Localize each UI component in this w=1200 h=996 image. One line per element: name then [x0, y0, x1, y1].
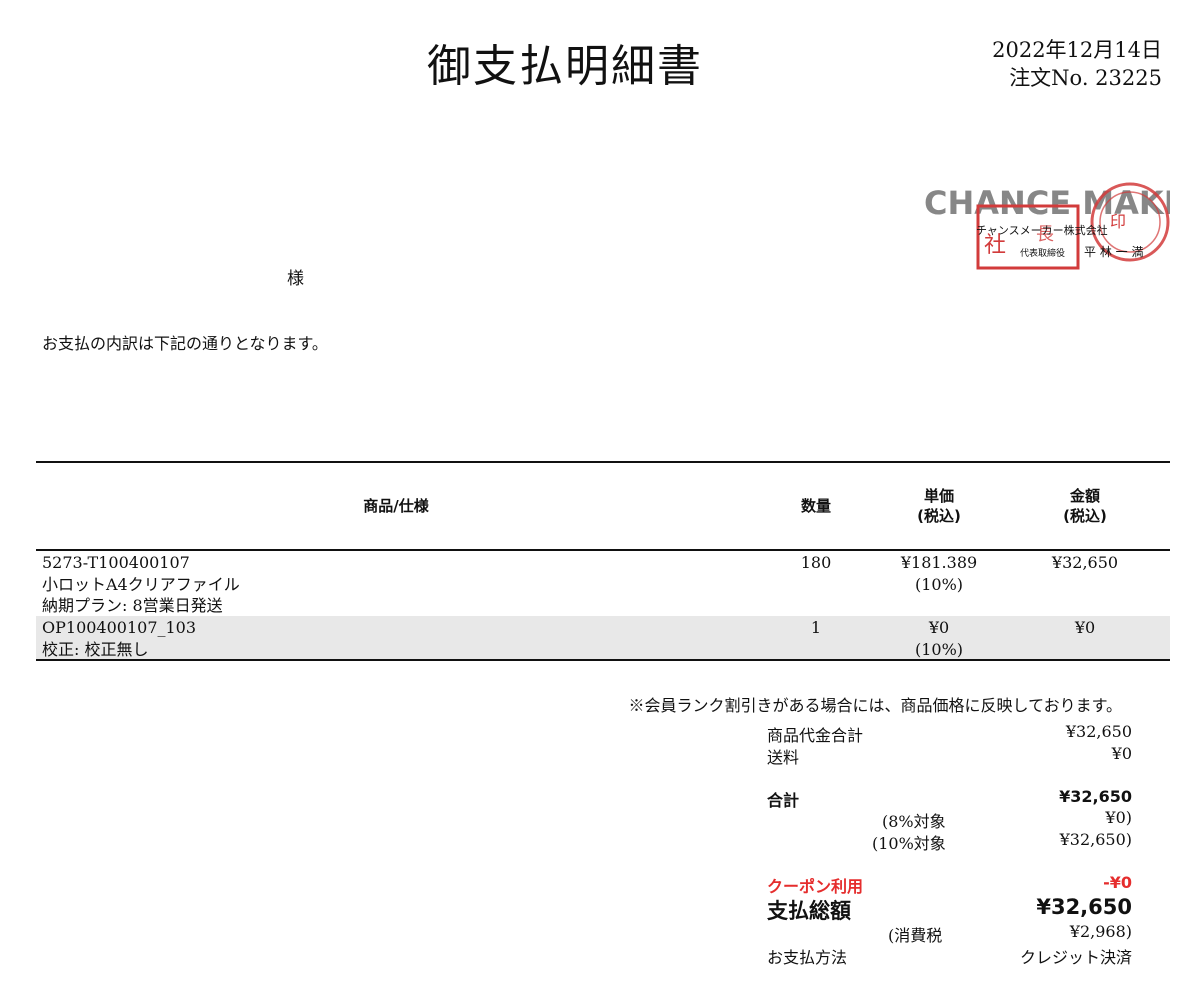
item-unit-price-cell: ¥0 (10%)	[884, 617, 994, 660]
seal-name: 平 林 一 満	[1084, 245, 1143, 259]
item-unit-price: ¥181.389	[900, 553, 978, 572]
item-name: 校正: 校正無し	[42, 639, 149, 659]
item-code: OP100400107_103	[42, 618, 197, 637]
subtotal-label: 商品代金合計	[767, 726, 864, 745]
item-quantity: 1	[810, 618, 822, 637]
recipient-honorific: 様	[287, 269, 304, 289]
tax8-label: (8%対象	[882, 812, 946, 831]
company-seal-stamp: CHANCE MAKER 社 長 印 チャンスメーカー株式会社 代表取締役 平 …	[920, 112, 1170, 272]
shipping-label: 送料	[767, 748, 800, 767]
header-unit-price-line1: 単価	[923, 487, 954, 505]
header-unit-price: 単価 (税込)	[884, 486, 994, 526]
grand-total-label: 支払総額	[767, 899, 851, 923]
svg-text:印: 印	[1110, 212, 1126, 231]
header-amount: 金額 (税込)	[1030, 486, 1140, 526]
coupon-value: -¥0	[1103, 873, 1132, 892]
total-value: ¥32,650	[1059, 787, 1132, 806]
item-tax-rate: (10%)	[914, 639, 964, 659]
item-spec: 納期プラン: 8営業日発送	[42, 596, 223, 615]
header-amount-line1: 金額	[1069, 487, 1100, 505]
table-header: 商品/仕様 数量 単価 (税込) 金額 (税込)	[36, 461, 1170, 551]
coupon-label: クーポン利用	[767, 877, 864, 896]
item-unit-price: ¥0	[928, 618, 950, 637]
header-product: 商品/仕様	[363, 497, 429, 515]
tax8-value: ¥0)	[1105, 808, 1132, 827]
item-code: 5273-T100400107	[42, 553, 190, 572]
table-row: 5273-T100400107 小ロットA4クリアファイル 納期プラン: 8営業…	[36, 551, 1170, 616]
payment-method-value: クレジット決済	[1019, 948, 1132, 967]
document-title: 御支払明細書	[427, 41, 703, 92]
item-quantity: 180	[800, 553, 832, 572]
seal-logo-text: CHANCE MAKER	[924, 184, 1170, 222]
grand-total-value: ¥32,650	[1036, 895, 1132, 919]
intro-text: お支払の内訳は下記の通りとなります。	[42, 334, 328, 353]
seal-company-name: チャンスメーカー株式会社	[976, 223, 1108, 237]
item-unit-price-cell: ¥181.389 (10%)	[884, 552, 994, 595]
order-number: 注文No. 23225	[1009, 66, 1162, 90]
item-amount: ¥0	[1074, 618, 1096, 637]
header-quantity: 数量	[800, 497, 831, 515]
payment-method-label: お支払方法	[767, 948, 848, 967]
consumption-tax-label: (消費税	[888, 926, 943, 945]
tax10-value: ¥32,650)	[1059, 830, 1132, 849]
shipping-value: ¥0	[1111, 744, 1132, 763]
member-discount-note: ※会員ランク割引きがある場合には、商品価格に反映しております。	[628, 696, 1122, 715]
consumption-tax-value: ¥2,968)	[1069, 922, 1132, 941]
header-amount-line2: (税込)	[1063, 507, 1107, 525]
table-row: OP100400107_103 校正: 校正無し 1 ¥0 (10%) ¥0	[36, 616, 1170, 659]
issue-date: 2022年12月14日	[992, 38, 1162, 62]
items-table: 商品/仕様 数量 単価 (税込) 金額 (税込) 5273-T100400107…	[36, 461, 1170, 661]
total-label: 合計	[767, 791, 800, 810]
item-tax-rate: (10%)	[914, 574, 964, 594]
header-unit-price-line2: (税込)	[917, 507, 961, 525]
seal-role: 代表取締役	[1020, 247, 1065, 259]
item-amount: ¥32,650	[1051, 553, 1119, 572]
tax10-label: (10%対象	[872, 834, 946, 853]
item-name: 小ロットA4クリアファイル	[42, 574, 240, 594]
subtotal-value: ¥32,650	[1065, 722, 1132, 741]
